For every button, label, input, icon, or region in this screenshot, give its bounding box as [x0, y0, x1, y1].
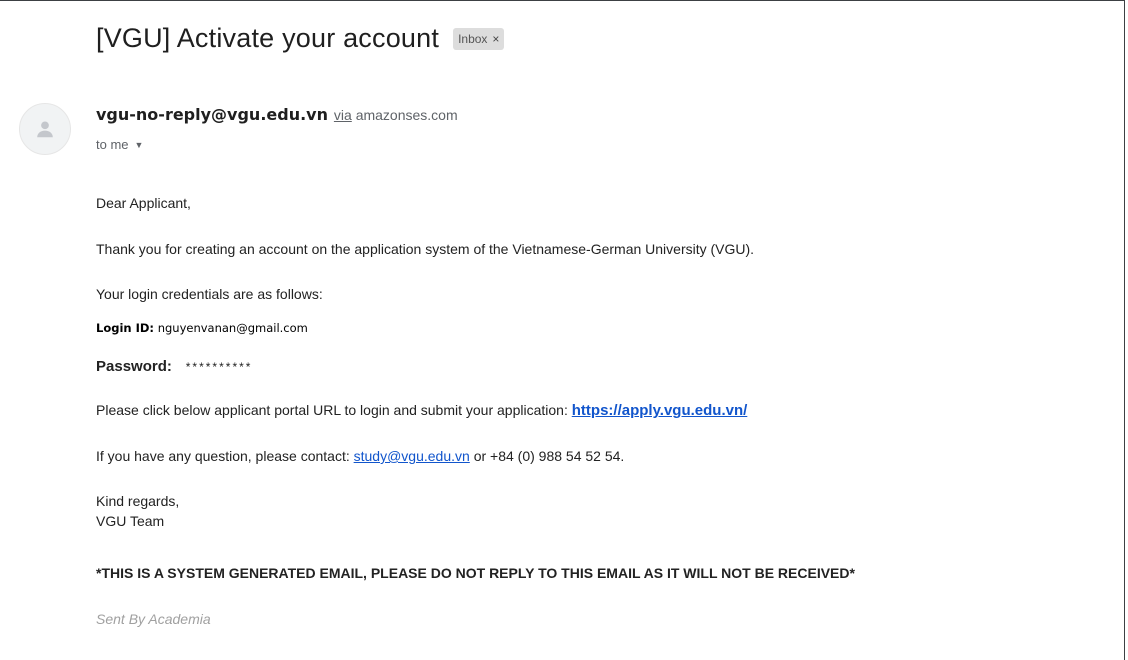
email-view: [VGU] Activate your account Inbox × vgu-…: [0, 0, 1125, 660]
avatar[interactable]: [19, 103, 71, 155]
contact-phone: or +84 (0) 988 54 52 54.: [473, 448, 625, 464]
password-line: Password: **********: [96, 358, 252, 375]
login-id-line: Login ID: nguyenvanan@gmail.com: [96, 321, 308, 335]
credentials-intro: Your login credentials are as follows:: [96, 286, 323, 302]
contact-email-link[interactable]: study@vgu.edu.vn: [354, 448, 470, 464]
portal-text: Please click below applicant portal URL …: [96, 402, 568, 418]
regards-text: Kind regards,: [96, 493, 180, 509]
system-notice: *THIS IS A SYSTEM GENERATED EMAIL, PLEAS…: [96, 565, 855, 581]
via-domain: amazonses.com: [355, 107, 458, 123]
inbox-label-text: Inbox: [458, 31, 488, 46]
contact-text: If you have any question, please contact…: [96, 448, 350, 464]
password-value: **********: [185, 360, 253, 374]
login-id-value: nguyenvanan@gmail.com: [157, 321, 308, 335]
sender-line: vgu-no-reply@vgu.edu.vn via amazonses.co…: [96, 105, 458, 124]
sender-email[interactable]: vgu-no-reply@vgu.edu.vn: [96, 105, 328, 124]
greeting: Dear Applicant,: [96, 195, 191, 211]
recipient-line: to me ▼: [96, 137, 143, 152]
password-label: Password:: [96, 358, 172, 375]
via-link[interactable]: via: [334, 107, 352, 123]
contact-line: If you have any question, please contact…: [96, 448, 624, 464]
recipient-text: to me: [96, 137, 129, 152]
sent-by-footer: Sent By Academia: [96, 611, 211, 627]
person-icon: [37, 121, 53, 138]
email-subject: [VGU] Activate your account: [96, 23, 440, 53]
login-id-label: Login ID:: [96, 321, 155, 335]
team-signature: VGU Team: [96, 513, 165, 529]
portal-url-link[interactable]: https://apply.vgu.edu.vn/: [572, 402, 748, 419]
remove-label-icon[interactable]: ×: [492, 31, 499, 47]
portal-line: Please click below applicant portal URL …: [96, 402, 747, 419]
caret-down-icon[interactable]: ▼: [135, 140, 144, 150]
subject-row: [VGU] Activate your account Inbox ×: [96, 23, 505, 54]
inbox-label-badge[interactable]: Inbox ×: [453, 27, 505, 50]
thank-you-text: Thank you for creating an account on the…: [96, 241, 755, 257]
